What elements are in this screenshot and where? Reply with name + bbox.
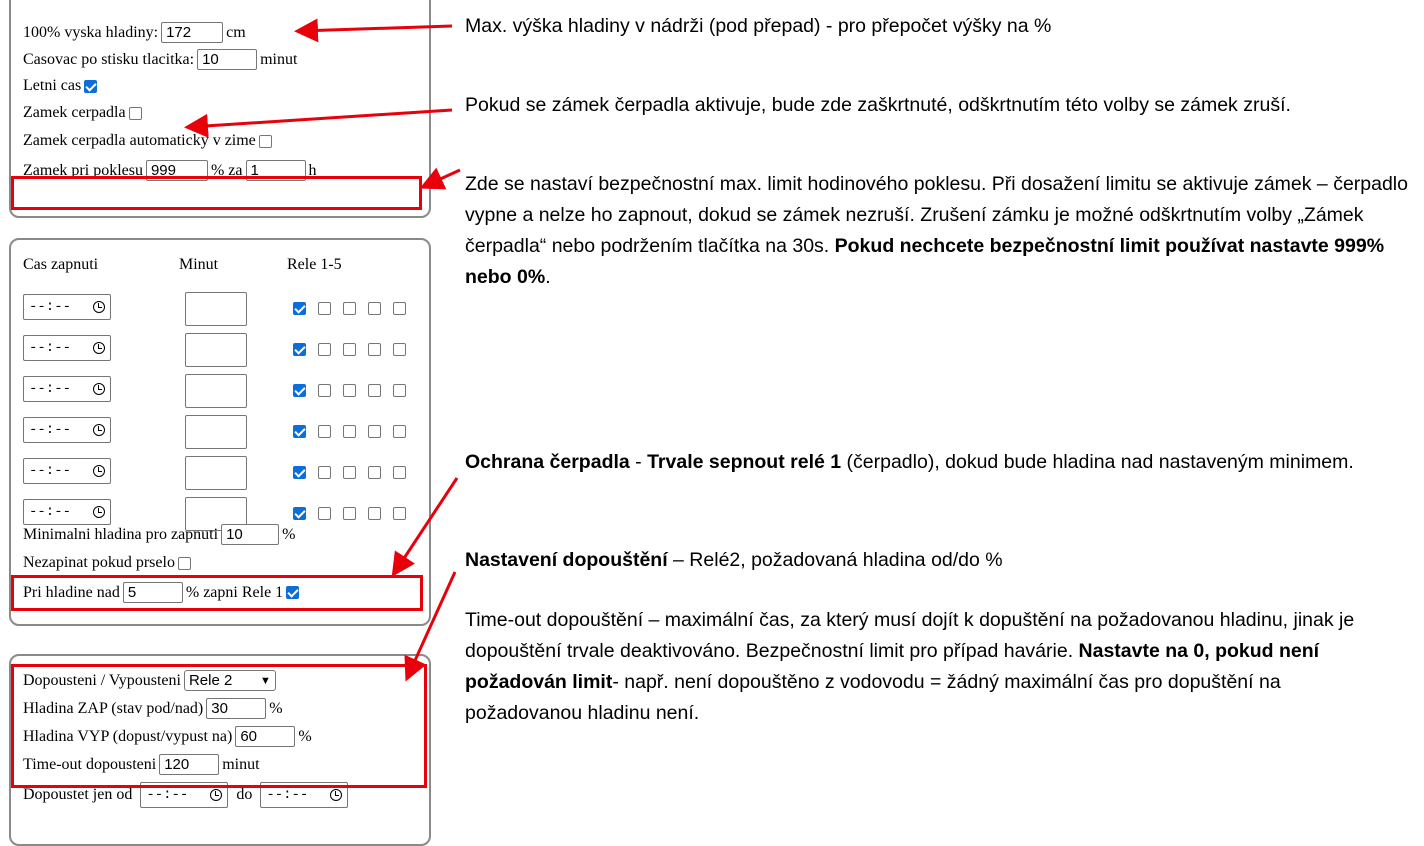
note-filling-rest: – Relé2, požadovaná hladina od/do % — [667, 549, 1003, 571]
arrow-pump-lock — [184, 108, 453, 138]
note-timeout: Time-out dopouštění – maximální čas, za … — [465, 605, 1400, 729]
arrow-max-level — [294, 18, 453, 43]
arrow-filling — [404, 571, 457, 682]
note-pump-protect-mid: - — [629, 451, 648, 473]
note-filling-bold: Nastavení dopouštění — [465, 549, 668, 571]
note-pump-protect-rest: (čerpadlo), dokud bude hladina nad nasta… — [841, 451, 1354, 473]
arrow-drop-lock — [419, 167, 461, 190]
note-pump-protect-bold1: Ochrana čerpadla — [465, 451, 630, 473]
note-pump-protect-bold2: Trvale sepnout relé 1 — [647, 451, 842, 473]
note-max-level-text: Max. výška hladiny v nádrži (pod přepad)… — [465, 15, 1052, 37]
note-pump-protect: Ochrana čerpadla - Trvale sepnout relé 1… — [465, 447, 1415, 478]
note-max-level: Max. výška hladiny v nádrži (pod přepad)… — [465, 11, 1415, 42]
note-drop-lock: Zde se nastaví bezpečnostní max. limit h… — [465, 169, 1420, 293]
note-filling: Nastavení dopouštění – Relé2, požadovaná… — [465, 545, 1415, 576]
arrow-pump-protect — [391, 477, 459, 578]
note-pump-lock: Pokud se zámek čerpadla aktivuje, bude z… — [465, 90, 1415, 121]
note-drop-lock-end: . — [545, 266, 551, 288]
note-pump-lock-text: Pokud se zámek čerpadla aktivuje, bude z… — [465, 94, 1291, 116]
